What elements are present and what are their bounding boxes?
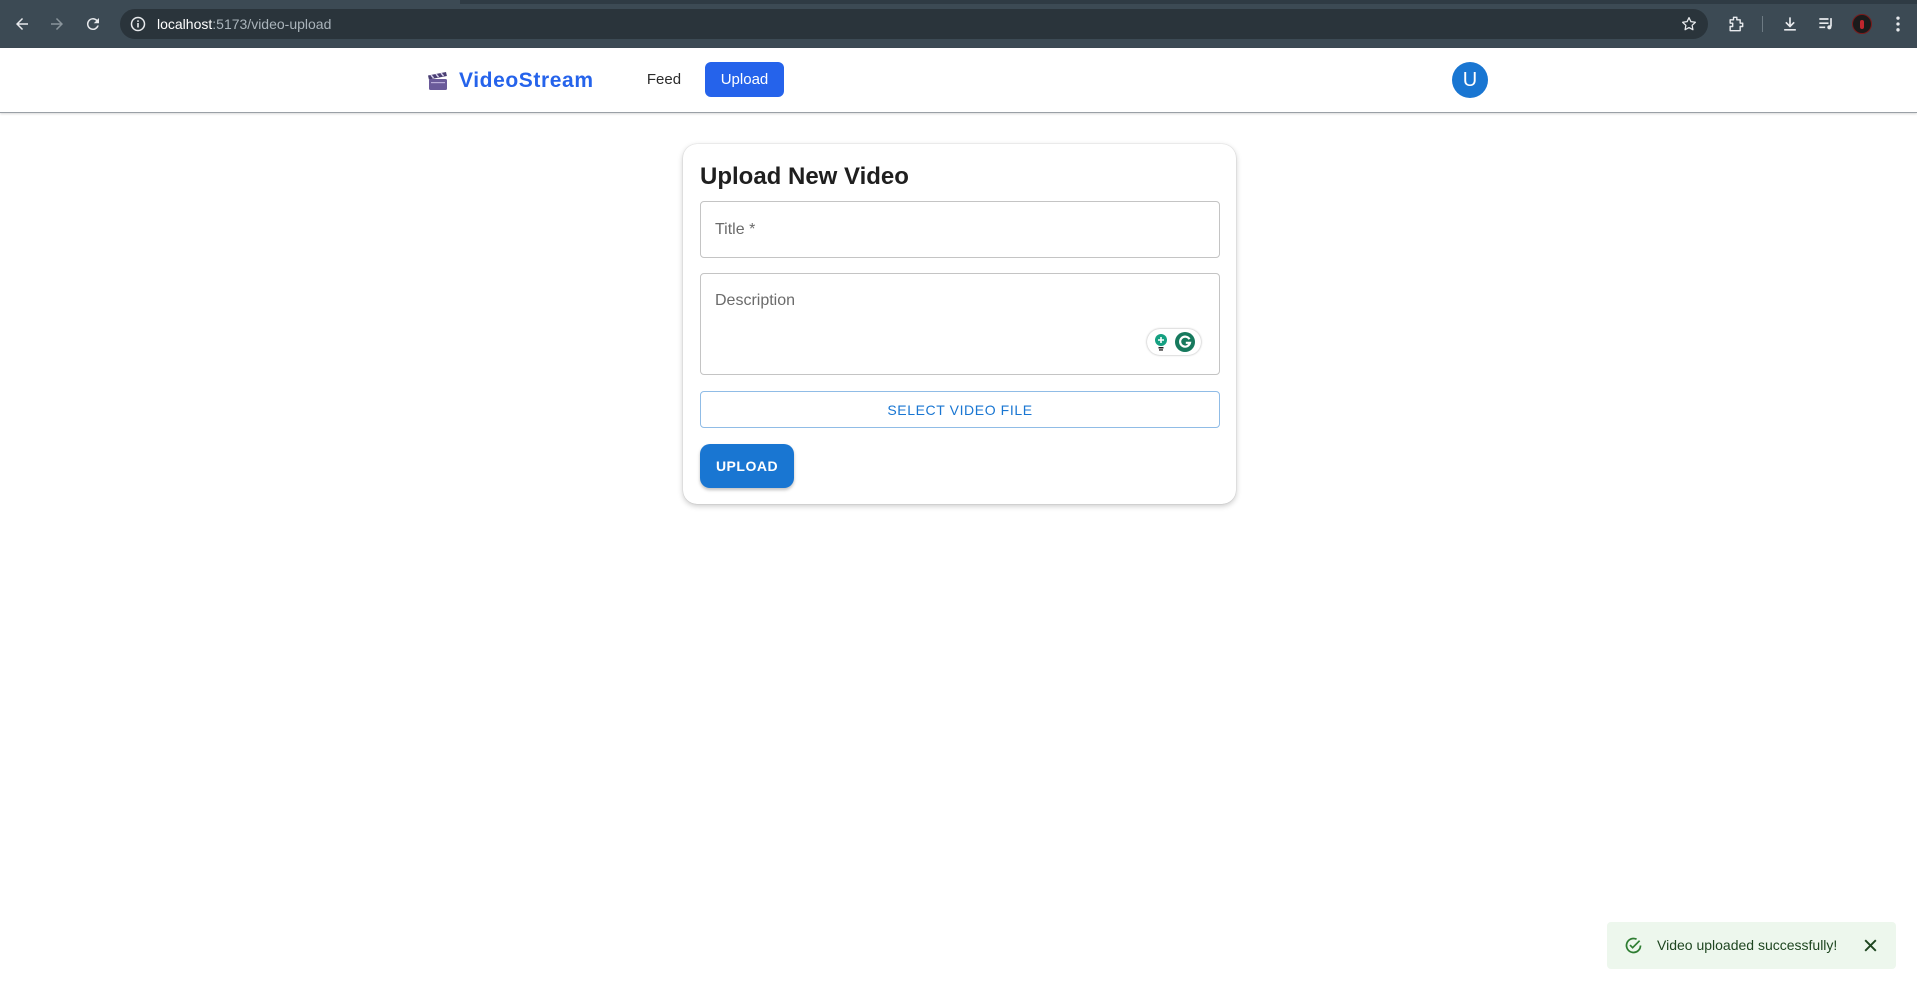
title-input[interactable] [701, 202, 1219, 257]
nav-feed-link[interactable]: Feed [636, 62, 692, 97]
brand-logo[interactable]: VideoStream [427, 68, 594, 94]
media-control-icon[interactable] [1815, 13, 1837, 35]
tab-strip [0, 0, 1917, 4]
select-video-file-button[interactable]: SELECT VIDEO FILE [700, 391, 1220, 428]
address-bar[interactable]: localhost:5173/video-upload [120, 9, 1708, 39]
success-snackbar: Video uploaded successfully! [1607, 922, 1896, 969]
menu-icon[interactable] [1887, 13, 1909, 35]
nav-upload-link[interactable]: Upload [705, 62, 784, 97]
url-host: localhost [157, 16, 213, 32]
description-input[interactable] [701, 274, 1219, 374]
extensions-icon[interactable] [1725, 13, 1747, 35]
upload-card: Upload New Video SELECT VIDEO FILE UPLOA… [683, 144, 1236, 504]
url-text[interactable]: localhost:5173/video-upload [157, 16, 331, 32]
app-header: VideoStream Feed Upload U [0, 48, 1917, 113]
title-field[interactable] [700, 201, 1220, 258]
back-icon[interactable] [10, 12, 34, 36]
page-title: Upload New Video [700, 163, 909, 190]
snackbar-message: Video uploaded successfully! [1657, 937, 1838, 953]
user-avatar[interactable]: U [1452, 62, 1488, 98]
upload-submit-button[interactable]: UPLOAD [700, 444, 794, 488]
profile-icon[interactable] [1852, 14, 1872, 34]
reload-icon[interactable] [81, 12, 105, 36]
grammarly-bulb-icon[interactable] [1152, 332, 1170, 352]
grammarly-widget[interactable] [1147, 329, 1201, 355]
downloads-icon[interactable] [1779, 13, 1801, 35]
browser-toolbar: localhost:5173/video-upload [0, 0, 1917, 48]
bookmark-star-icon[interactable] [1680, 15, 1698, 33]
active-tab[interactable] [0, 0, 460, 4]
clapper-board-icon [428, 72, 447, 90]
site-info-icon[interactable] [130, 16, 146, 32]
forward-icon[interactable] [45, 12, 69, 36]
url-path: :5173/video-upload [212, 16, 332, 32]
toolbar-divider [1762, 16, 1763, 32]
success-check-icon [1625, 937, 1642, 954]
brand-name: VideoStream [459, 69, 594, 92]
close-icon[interactable] [1862, 937, 1879, 954]
description-field[interactable] [700, 273, 1220, 375]
grammarly-g-icon[interactable] [1174, 331, 1196, 353]
